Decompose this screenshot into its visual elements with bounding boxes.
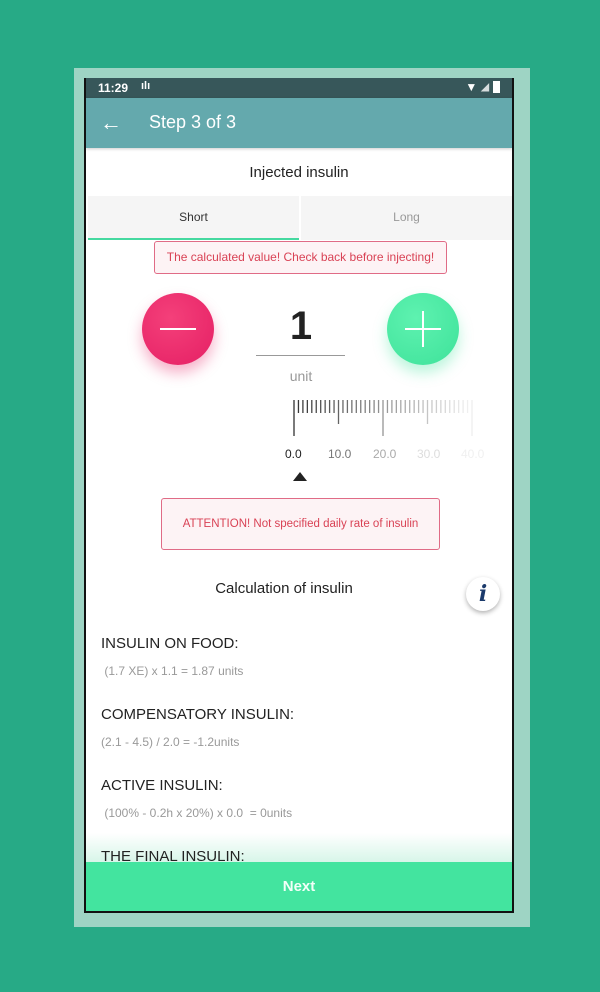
calc-heading: COMPENSATORY INSULIN: (101, 706, 295, 723)
calc-formula: (1.7 XE) x 1.1 = 1.87 units (101, 664, 244, 678)
tab-long[interactable]: Long (301, 196, 512, 240)
insulin-type-tabs: Short Long (88, 196, 512, 240)
status-bar: 11:29 ılı ▼ ◢ (86, 78, 512, 98)
dose-unit: unit (289, 368, 313, 384)
minus-icon (160, 328, 196, 330)
calc-compensatory-insulin: COMPENSATORY INSULIN: (2.1 - 4.5) / 2.0 … (101, 706, 294, 749)
increase-button[interactable] (387, 293, 459, 365)
calc-formula: (100% - 0.2h x 20%) x 0.0 = 0units (101, 806, 293, 820)
wifi-icon: ▼ (465, 80, 478, 94)
app-bar: ← Step 3 of 3 (86, 98, 512, 148)
ruler-label: 30.0 (417, 447, 441, 461)
calc-heading: ACTIVE INSULIN: (101, 777, 223, 794)
decrease-button[interactable] (142, 293, 214, 365)
dose-underline (256, 355, 345, 356)
status-time: 11:29 (98, 81, 129, 95)
ruler-ticks (293, 400, 473, 436)
calc-insulin-on-food: INSULIN ON FOOD: (1.7 XE) x 1.1 = 1.87 u… (101, 635, 243, 678)
info-icon[interactable]: i (466, 577, 500, 611)
ruler-label: 20.0 (373, 447, 397, 461)
dose-value[interactable]: 1 (256, 304, 346, 349)
ruler-pointer-icon (293, 472, 307, 481)
calc-heading: INSULIN ON FOOD: (101, 635, 239, 652)
arrow-left-icon[interactable]: ← (100, 110, 122, 136)
next-button[interactable]: Next (86, 862, 512, 911)
calculation-title: Calculation of insulin (215, 580, 353, 597)
tab-short[interactable]: Short (88, 196, 299, 240)
vibrate-icon: ılı (141, 80, 151, 92)
plus-icon-vertical (422, 311, 424, 347)
calculated-value-warning: The calculated value! Check back before … (154, 241, 447, 274)
ruler-label: 10.0 (328, 447, 352, 461)
calc-formula: (2.1 - 4.5) / 2.0 = -1.2units (101, 735, 240, 749)
section-title: Injected insulin (249, 164, 349, 181)
phone-screen: 11:29 ılı ▼ ◢ ← Step 3 of 3 Injected ins… (84, 78, 514, 913)
ruler-label: 0.0 (285, 447, 302, 461)
ruler-label: 40.0 (461, 447, 485, 461)
dose-ruler[interactable]: 0.0 10.0 20.0 30.0 40.0 (285, 398, 485, 478)
signal-icon: ◢ (481, 81, 489, 93)
page-title: Step 3 of 3 (149, 112, 237, 132)
battery-charging-icon (493, 81, 500, 93)
daily-rate-warning: ATTENTION! Not specified daily rate of i… (161, 498, 440, 550)
calc-active-insulin: ACTIVE INSULIN: (100% - 0.2h x 20%) x 0.… (101, 777, 292, 820)
